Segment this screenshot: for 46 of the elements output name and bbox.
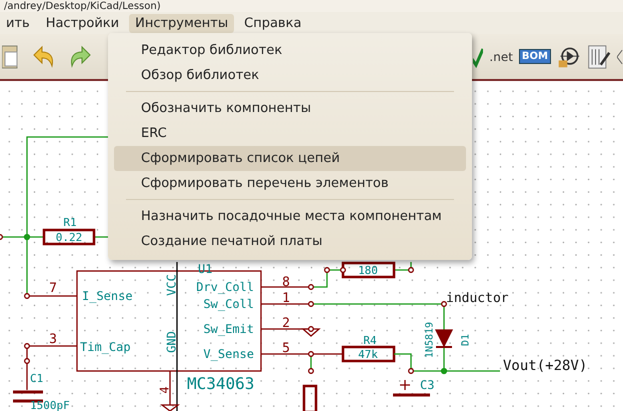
menu-item[interactable]: Обозначить компоненты [114,96,466,121]
reference-label: R1 [63,216,77,229]
menu-item[interactable]: Обзор библиотек [114,63,466,88]
menu-bar-item[interactable]: Инструменты [129,14,234,32]
pin-label: Sw_Coll [203,297,254,311]
reference-label: D1 [460,334,472,346]
pin-label: GND [164,331,178,353]
value-label: 1500pF [30,399,70,411]
footprint-icon[interactable] [587,44,611,70]
menu-item[interactable]: Редактор библиотек [114,38,466,63]
value-label: 1N5819 [424,322,436,358]
menu-item[interactable]: Сформировать перечень элементов [114,171,466,196]
pin-number: 4 [157,386,172,394]
net-label: Vout(+28V) [503,358,588,374]
menu-bar-item[interactable]: Справка [238,14,308,32]
value-label: 180 [358,264,378,277]
menu-bar-item[interactable]: ить [0,14,36,32]
netlist-button[interactable]: .net [489,50,513,64]
menu-bar-item[interactable]: Настройки [40,14,126,32]
reference-label: C1 [30,372,44,385]
net-label: inductor [446,291,509,306]
pin-number: 7 [49,281,57,296]
window-title: /andrey/Desktop/KiCad/Lesson) [4,1,161,12]
pin-number: 3 [49,332,57,347]
pin-label: VCC [164,274,178,296]
menu-item[interactable]: Сформировать список цепей [114,146,466,171]
pin-label: V_Sense [203,347,254,361]
pin-label: I_Sense [82,289,133,303]
menu-item[interactable]: Создание печатной платы [114,229,466,254]
value-label: MC34063 [187,374,254,393]
value-label: 0.22 [56,231,82,244]
pin-number: 5 [282,341,290,356]
value-label: 47k [358,348,378,361]
menu-item[interactable]: ERC [114,121,466,146]
reference-label: R4 [363,334,377,347]
paste-icon[interactable] [2,44,18,70]
pin-number: 8 [282,275,290,290]
menu-item[interactable]: Назначить посадочные места компонентам [114,204,466,229]
pin-number: 1 [282,291,290,306]
bom-button[interactable]: BOM [518,49,551,64]
pin-number: 2 [282,316,290,331]
pin-label: Drv_Coll [196,280,254,294]
pin-label: Tim_Cap [80,340,131,354]
component-icon[interactable] [557,44,581,68]
reference-label: C3 [420,378,434,392]
pin-label: Sw_Emit [203,322,254,336]
